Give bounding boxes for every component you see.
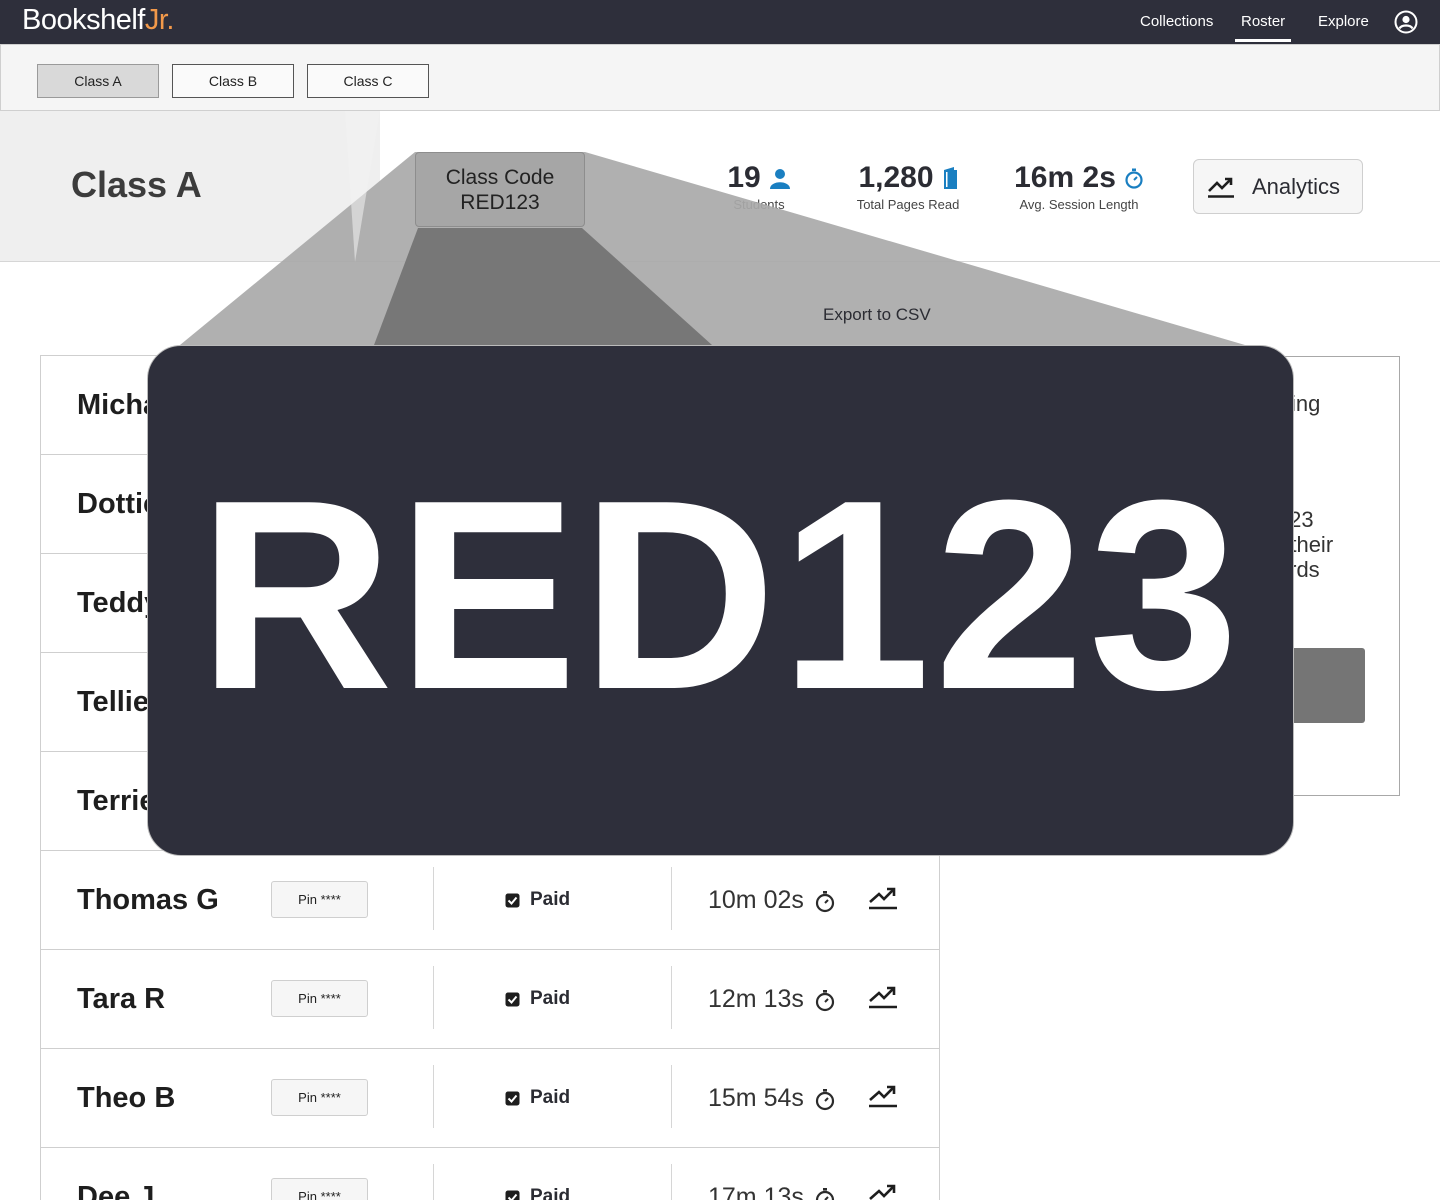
payment-status: Paid bbox=[505, 1087, 570, 1109]
checkbox-checked-icon[interactable] bbox=[505, 992, 520, 1007]
pin-button[interactable]: Pin **** bbox=[271, 1079, 368, 1116]
stat-pages-label: Total Pages Read bbox=[856, 197, 960, 212]
student-name: Tellie bbox=[77, 686, 149, 718]
session-time: 15m 54s bbox=[708, 1084, 836, 1113]
payment-status: Paid bbox=[505, 1186, 570, 1200]
session-time-value: 12m 13s bbox=[708, 985, 804, 1013]
pin-button[interactable]: Pin **** bbox=[271, 881, 368, 918]
stat-pages-value: 1,280 bbox=[858, 161, 934, 194]
stopwatch-icon bbox=[815, 890, 834, 912]
nav-roster[interactable]: Roster bbox=[1234, 13, 1292, 42]
checkbox-checked-icon[interactable] bbox=[505, 1091, 520, 1106]
account-icon[interactable] bbox=[1394, 10, 1418, 34]
session-time: 17m 13s bbox=[708, 1183, 836, 1200]
column-divider bbox=[433, 1164, 434, 1200]
stat-session-label: Avg. Session Length bbox=[1019, 197, 1139, 212]
trend-chart-icon[interactable] bbox=[869, 1183, 897, 1200]
analytics-label: Analytics bbox=[1252, 173, 1341, 199]
stopwatch-icon bbox=[1125, 168, 1143, 189]
session-time-value: 10m 02s bbox=[708, 886, 804, 914]
class-code-fullscreen-overlay[interactable]: RED123 bbox=[147, 345, 1294, 856]
session-time: 12m 13s bbox=[708, 985, 836, 1014]
class-code-chip[interactable]: Class Code RED123 bbox=[415, 152, 585, 227]
payment-status: Paid bbox=[505, 889, 570, 911]
column-divider bbox=[433, 867, 434, 930]
class-code-label: Class Code bbox=[445, 166, 555, 189]
checkbox-checked-icon[interactable] bbox=[505, 1190, 520, 1200]
pin-button[interactable]: Pin **** bbox=[271, 1178, 368, 1200]
class-tab-bar: Class A Class B Class C bbox=[0, 44, 1440, 111]
trend-chart-icon[interactable] bbox=[869, 1084, 897, 1108]
session-time-value: 17m 13s bbox=[708, 1183, 804, 1200]
column-divider bbox=[433, 966, 434, 1029]
class-header: Class A 19 Students 1,280 Total Pages Re… bbox=[0, 111, 1440, 262]
table-row[interactable]: Tara R Pin **** Paid 12m 13s bbox=[41, 950, 939, 1049]
stat-students-label: Students bbox=[733, 197, 785, 212]
page-title: Class A bbox=[71, 164, 202, 205]
student-name: Theo B bbox=[77, 1082, 176, 1114]
payment-status: Paid bbox=[505, 988, 570, 1010]
table-row[interactable]: Dee J Pin **** Paid 17m 13s bbox=[41, 1148, 939, 1200]
session-time: 10m 02s bbox=[708, 886, 836, 915]
payment-label: Paid bbox=[530, 889, 571, 910]
trend-chart-icon bbox=[1208, 177, 1234, 198]
student-name: Dee J bbox=[77, 1181, 155, 1200]
analytics-button[interactable]: Analytics bbox=[1193, 159, 1363, 214]
column-divider bbox=[671, 867, 672, 930]
person-icon bbox=[769, 169, 790, 189]
stopwatch-icon bbox=[815, 1088, 834, 1110]
export-csv-link[interactable]: Export to CSV bbox=[823, 305, 931, 325]
payment-label: Paid bbox=[530, 1186, 571, 1200]
top-nav: BookshelfJr. Collections Roster Explore bbox=[0, 0, 1440, 44]
stopwatch-icon bbox=[815, 989, 834, 1011]
app-logo[interactable]: BookshelfJr. bbox=[22, 4, 174, 37]
stopwatch-icon bbox=[815, 1187, 834, 1200]
class-code-value: RED123 bbox=[460, 191, 540, 214]
payment-label: Paid bbox=[530, 1087, 571, 1108]
nav-collections[interactable]: Collections bbox=[1140, 13, 1213, 30]
tab-class-b[interactable]: Class B bbox=[172, 64, 294, 98]
book-icon bbox=[943, 167, 957, 189]
stat-students: 19 Students bbox=[712, 161, 806, 212]
stat-session-value: 16m 2s bbox=[1014, 161, 1116, 194]
column-divider bbox=[671, 1065, 672, 1128]
session-time-value: 15m 54s bbox=[708, 1084, 804, 1112]
student-name: Terrie bbox=[77, 785, 156, 817]
column-divider bbox=[671, 1164, 672, 1200]
nav-explore[interactable]: Explore bbox=[1318, 13, 1369, 30]
tab-class-a[interactable]: Class A bbox=[37, 64, 159, 98]
table-row[interactable]: Thomas G Pin **** Paid 10m 02s bbox=[41, 851, 939, 950]
payment-label: Paid bbox=[530, 988, 571, 1009]
trend-chart-icon[interactable] bbox=[869, 886, 897, 910]
trend-chart-icon[interactable] bbox=[869, 985, 897, 1009]
column-divider bbox=[671, 966, 672, 1029]
student-name: Tara R bbox=[77, 983, 166, 1015]
stat-students-value: 19 bbox=[727, 161, 761, 194]
checkbox-checked-icon[interactable] bbox=[505, 893, 520, 908]
student-name: Thomas G bbox=[77, 884, 219, 916]
pin-button[interactable]: Pin **** bbox=[271, 980, 368, 1017]
column-divider bbox=[433, 1065, 434, 1128]
stat-session: 16m 2s Avg. Session Length bbox=[1010, 161, 1148, 212]
class-code-large: RED123 bbox=[198, 444, 1243, 746]
table-row[interactable]: Theo B Pin **** Paid 15m 54s bbox=[41, 1049, 939, 1148]
stat-pages: 1,280 Total Pages Read bbox=[852, 161, 964, 212]
card-heading-fragment: ing bbox=[1291, 391, 1321, 416]
tab-class-c[interactable]: Class C bbox=[307, 64, 429, 98]
